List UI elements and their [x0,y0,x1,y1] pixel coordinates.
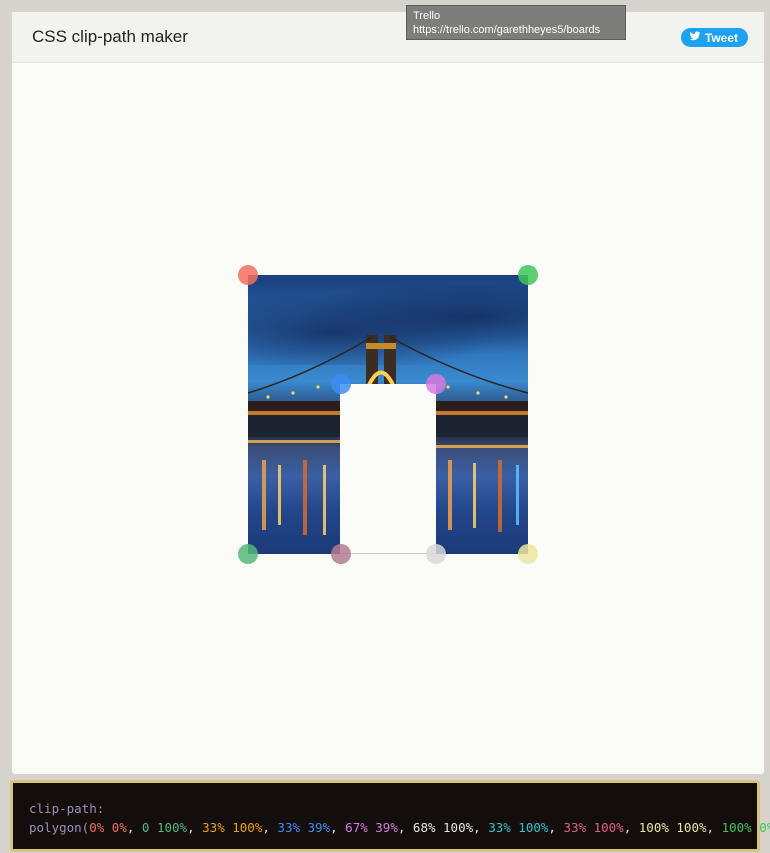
code-point: 33% 100% [488,820,549,835]
code-point: 67% 39% [345,820,398,835]
handle-bottom-right[interactable] [518,544,538,564]
clip-stage [248,275,528,554]
cutout-edge [340,553,436,554]
code-separator: , [330,820,346,835]
code-point: 68% 100% [412,820,474,835]
code-separator: , [126,820,142,835]
clipped-image [248,275,528,554]
code-separator: , [397,820,413,835]
code-point: 33% 100% [202,820,263,835]
clipped-region [340,384,436,554]
code-output[interactable]: clip-path: polygon(0% 0%, 0 100%, 33% 10… [10,780,770,852]
handle-bottom-cut-right[interactable] [426,544,446,564]
handle-cut-top-right[interactable] [426,374,446,394]
code-point: 33% 39% [277,820,331,835]
link-tooltip: Trello https://trello.com/garethheyes5/b… [406,5,626,40]
handle-cut-top-left[interactable] [331,374,351,394]
handle-top-left[interactable] [238,265,258,285]
code-separator: , [187,820,203,835]
tweet-button[interactable]: Tweet [680,28,748,47]
tooltip-url: https://trello.com/garethheyes5/boards [413,24,601,36]
handle-bottom-cut-left[interactable] [331,544,351,564]
code-separator: , [623,820,639,835]
code-separator: , [473,820,489,835]
code-point: 0 100% [141,820,188,835]
header: CSS clip-path maker Tweet [12,12,764,63]
page-title: CSS clip-path maker [32,27,188,46]
code-points: 0% 0%, 0 100%, 33% 100%, 33% 39%, 67% 39… [89,820,770,835]
tweet-label: Tweet [704,30,738,45]
code-point: 100% 0% [721,820,770,835]
code-separator: , [262,820,278,835]
tooltip-title: Trello [413,10,441,22]
twitter-icon [689,30,701,45]
code-separator: , [706,820,722,835]
code-point: 100% 100% [638,820,707,835]
code-function: polygon( [29,820,90,835]
handle-top-right[interactable] [518,265,538,285]
code-separator: , [548,820,564,835]
code-point: 0% 0% [89,820,127,835]
code-property: clip-path: [29,801,105,816]
code-point: 33% 100% [563,820,624,835]
handle-bottom-left[interactable] [238,544,258,564]
